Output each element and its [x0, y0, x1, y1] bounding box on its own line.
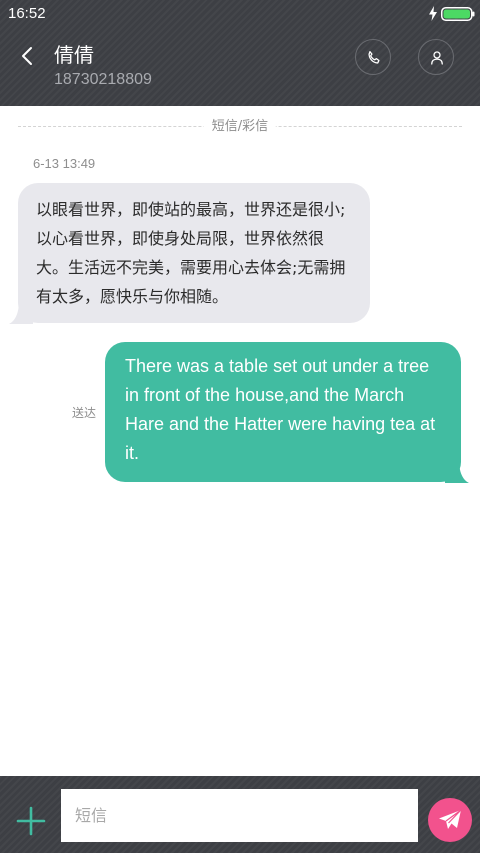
- incoming-message-bubble[interactable]: 以眼看世界，即使站的最高，世界还是很小;以心看世界，即使身处局限，世界依然很大。…: [18, 183, 370, 323]
- contact-phone-number: 18730218809: [54, 71, 152, 88]
- add-attachment-button[interactable]: [14, 804, 48, 838]
- top-panel: 16:52 倩倩 18730218809: [0, 0, 480, 106]
- battery-icon: [441, 7, 475, 21]
- plus-icon: [16, 806, 46, 836]
- call-button[interactable]: [355, 39, 391, 75]
- status-time: 16:52: [8, 5, 46, 22]
- status-bar: 16:52: [0, 0, 480, 28]
- chevron-left-icon: [22, 47, 32, 65]
- phone-icon: [368, 50, 380, 64]
- message-timestamp: 6-13 13:49: [33, 156, 96, 171]
- paper-plane-icon: [439, 809, 462, 829]
- back-button[interactable]: [14, 42, 42, 70]
- person-icon: [431, 51, 443, 65]
- message-type-divider: 短信/彩信: [18, 118, 462, 136]
- divider-label: 短信/彩信: [203, 118, 277, 135]
- send-button[interactable]: [428, 798, 472, 842]
- outgoing-message-bubble[interactable]: There was a table set out under a tree i…: [105, 342, 461, 482]
- contact-profile-button[interactable]: [418, 39, 454, 75]
- message-input[interactable]: [61, 789, 418, 842]
- contact-name: 倩倩: [54, 43, 94, 67]
- lightning-icon: [429, 6, 437, 21]
- delivery-status: 送达: [72, 406, 97, 420]
